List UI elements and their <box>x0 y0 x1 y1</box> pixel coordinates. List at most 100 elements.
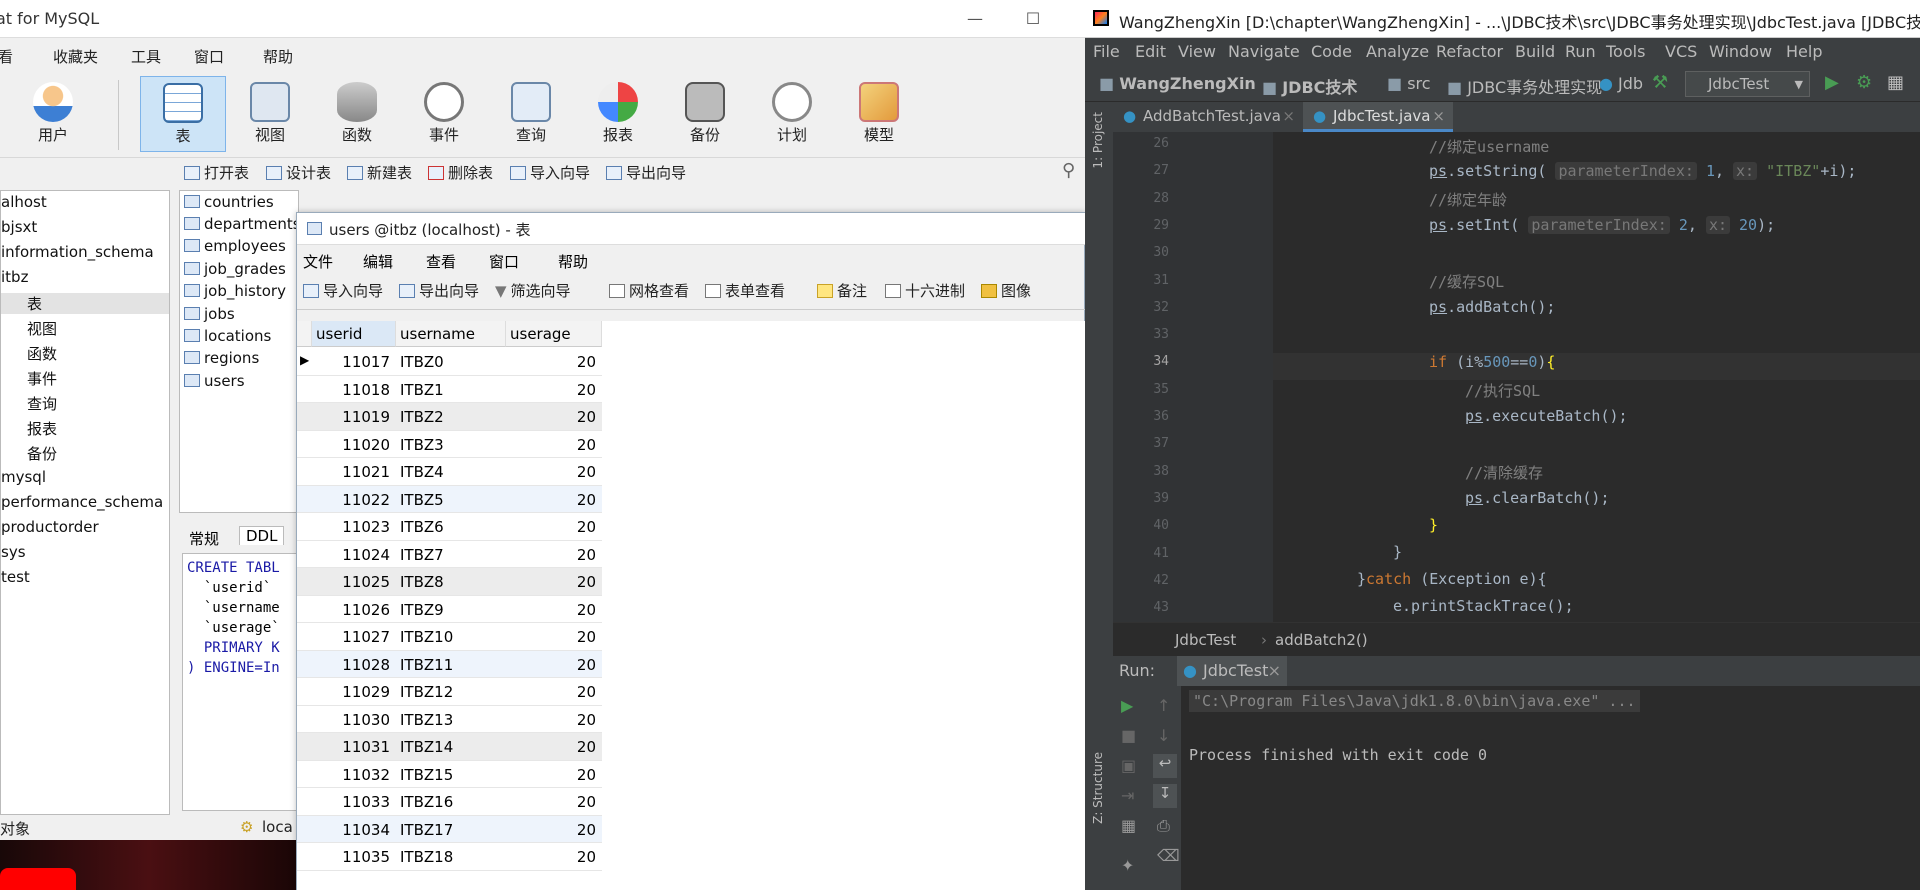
table-row[interactable]: 11021 ITBZ4 20 <box>297 458 602 486</box>
menu-analyze[interactable]: Analyze <box>1366 42 1429 61</box>
grid-cell[interactable]: 20 <box>506 436 596 454</box>
toolbar-schedule-button[interactable]: 计划 <box>749 76 835 152</box>
build-hammer-icon[interactable]: ⚒ <box>1652 72 1668 93</box>
grid-cell[interactable]: ITBZ2 <box>396 408 500 426</box>
toolbar-function-button[interactable]: 函数 <box>314 76 400 152</box>
tree-item-information-schema[interactable]: information_schema <box>1 243 154 261</box>
menu-file[interactable]: File <box>1093 42 1120 61</box>
grid-view-button[interactable]: 网格查看 <box>609 280 689 301</box>
table-item[interactable]: countries <box>180 193 274 211</box>
grid-cell[interactable]: ITBZ6 <box>396 518 500 536</box>
menu-tools[interactable]: Tools <box>1606 42 1645 61</box>
login-icon[interactable]: ⇥ <box>1121 786 1134 805</box>
grid-cell[interactable]: 20 <box>506 821 596 839</box>
new-table-button[interactable]: 新建表 <box>347 162 412 183</box>
grid-cell[interactable]: 20 <box>506 848 596 866</box>
tree-item-test[interactable]: test <box>1 568 30 586</box>
grid-cell[interactable]: ITBZ17 <box>396 821 500 839</box>
stop-icon[interactable]: ■ <box>1121 726 1136 745</box>
grid-cell[interactable]: 20 <box>506 793 596 811</box>
tab-general[interactable]: 常规 <box>189 528 219 549</box>
export-wizard-button[interactable]: 导出向导 <box>606 162 686 183</box>
grid-cell[interactable]: 20 <box>506 601 596 619</box>
form-view-button[interactable]: 表单查看 <box>705 280 785 301</box>
up-arrow-icon[interactable]: ↑ <box>1157 696 1170 715</box>
table-row[interactable]: 11023 ITBZ6 20 <box>297 513 602 541</box>
tree-item-queries[interactable]: 查询 <box>1 393 57 414</box>
menu-file[interactable]: 文件 <box>303 251 333 272</box>
table-item[interactable]: locations <box>180 327 271 345</box>
grid-cell[interactable]: 20 <box>506 766 596 784</box>
toolbar-query-button[interactable]: 查询 <box>488 76 574 152</box>
grid-cell[interactable]: 20 <box>506 518 596 536</box>
pin-icon[interactable]: ✦ <box>1121 856 1134 875</box>
grid-cell[interactable]: ITBZ3 <box>396 436 500 454</box>
tree-item-localhost[interactable]: alhost <box>1 193 47 211</box>
table-row[interactable]: 11033 ITBZ16 20 <box>297 788 602 816</box>
menu-window[interactable]: 窗口 <box>194 46 224 67</box>
table-row[interactable]: 11018 ITBZ1 20 <box>297 376 602 403</box>
table-row[interactable]: 11022 ITBZ5 20 <box>297 485 602 513</box>
table-row[interactable]: 11024 ITBZ7 20 <box>297 541 602 568</box>
grid-cell[interactable]: 11026 <box>312 601 390 619</box>
memo-button[interactable]: 备注 <box>817 280 867 301</box>
tree-item-mysql[interactable]: mysql <box>1 468 46 486</box>
table-row[interactable]: 11025 ITBZ8 20 <box>297 568 602 596</box>
table-item[interactable]: users <box>180 372 245 390</box>
grid-cell[interactable]: ITBZ11 <box>396 656 500 674</box>
grid-cell[interactable]: 11031 <box>312 738 390 756</box>
import-wizard-button[interactable]: 导入向导 <box>510 162 590 183</box>
toolbar-user-button[interactable]: 用户 <box>10 76 96 152</box>
run-config-select[interactable]: JdbcTest ▼ <box>1685 71 1810 97</box>
table-item[interactable]: job_history <box>180 282 286 300</box>
print-icon[interactable]: ⎙ <box>1157 816 1170 836</box>
tree-item-events[interactable]: 事件 <box>1 368 57 389</box>
tree-item-itbz[interactable]: itbz <box>1 268 28 286</box>
menu-help[interactable]: Help <box>1786 42 1822 61</box>
close-icon[interactable]: × <box>1282 107 1295 125</box>
grid-cell[interactable]: 20 <box>506 381 596 399</box>
grid-cell[interactable]: ITBZ15 <box>396 766 500 784</box>
menu-view[interactable]: 看 <box>0 46 13 67</box>
open-table-button[interactable]: 打开表 <box>184 162 249 183</box>
grid-cell[interactable]: 11017 <box>312 353 390 371</box>
column-header-username[interactable]: username <box>396 321 506 347</box>
design-table-button[interactable]: 设计表 <box>266 162 331 183</box>
grid-cell[interactable]: 11032 <box>312 766 390 784</box>
camera-icon[interactable]: ▣ <box>1121 756 1136 775</box>
delete-table-button[interactable]: 删除表 <box>428 162 493 183</box>
debug-icon[interactable]: ⚙ <box>1856 72 1872 93</box>
grid-cell[interactable]: ITBZ18 <box>396 848 500 866</box>
column-header-userage[interactable]: userage <box>506 321 602 347</box>
grid-cell[interactable]: 20 <box>506 628 596 646</box>
export-wizard-button[interactable]: 导出向导 <box>399 280 479 301</box>
soft-wrap-icon[interactable]: ↩ <box>1153 754 1177 778</box>
grid-cell[interactable]: ITBZ0 <box>396 353 500 371</box>
grid-cell[interactable]: 11020 <box>312 436 390 454</box>
nav-project[interactable]: ■ WangZhengXin <box>1099 74 1256 93</box>
grid-cell[interactable]: 11029 <box>312 683 390 701</box>
table-row[interactable]: 11032 ITBZ15 20 <box>297 761 602 788</box>
grid-cell[interactable]: ITBZ7 <box>396 546 500 564</box>
menu-tools[interactable]: 工具 <box>131 46 161 67</box>
image-button[interactable]: 图像 <box>981 280 1031 301</box>
project-tool-tab[interactable]: 1: Project <box>1091 112 1105 169</box>
table-row[interactable]: 11031 ITBZ14 20 <box>297 733 602 761</box>
grid-cell[interactable]: 11025 <box>312 573 390 591</box>
nav-package[interactable]: ■ JDBC事务处理实现 <box>1447 74 1602 98</box>
grid-cell[interactable]: ITBZ9 <box>396 601 500 619</box>
menu-help[interactable]: 帮助 <box>263 46 293 67</box>
filter-wizard-button[interactable]: ▼ 筛选向导 <box>495 280 571 301</box>
minimize-icon[interactable]: — <box>960 6 990 32</box>
column-header-userid[interactable]: userid <box>312 321 396 347</box>
menu-view[interactable]: View <box>1178 42 1216 61</box>
menu-help[interactable]: 帮助 <box>558 251 588 272</box>
structure-tool-tab[interactable]: Z: Structure <box>1091 752 1105 824</box>
grid-cell[interactable]: 11035 <box>312 848 390 866</box>
grid-cell[interactable]: 11022 <box>312 491 390 509</box>
grid-cell[interactable]: 20 <box>506 738 596 756</box>
toolbar-backup-button[interactable]: 备份 <box>662 76 748 152</box>
grid-cell[interactable]: ITBZ10 <box>396 628 500 646</box>
grid-cell[interactable]: 11019 <box>312 408 390 426</box>
table-row[interactable]: 11028 ITBZ11 20 <box>297 650 602 678</box>
